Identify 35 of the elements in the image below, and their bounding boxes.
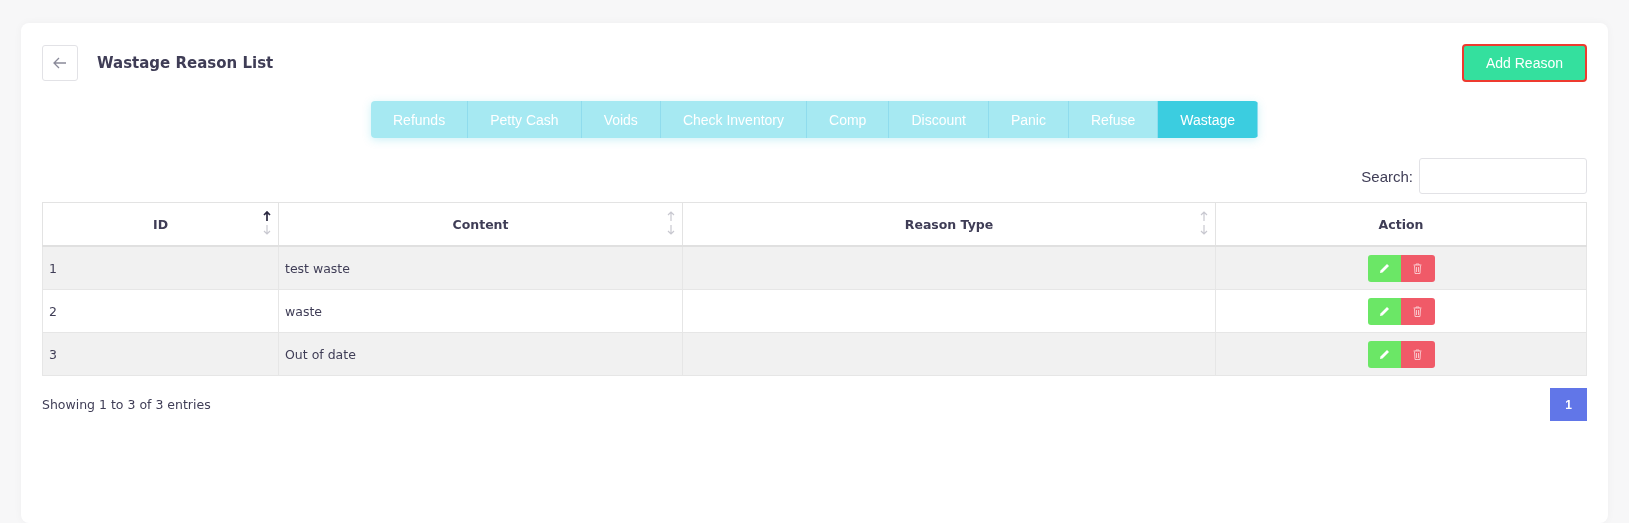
- reason-tab[interactable]: Panic: [988, 101, 1069, 138]
- trash-icon: [1413, 348, 1422, 360]
- table-cell: Out of date: [278, 332, 683, 376]
- reason-tab[interactable]: Check Inventory: [660, 101, 808, 138]
- search-label: Search:: [1361, 167, 1413, 185]
- table-cell: 1: [42, 246, 279, 290]
- pencil-icon: [1378, 262, 1390, 274]
- reason-tab[interactable]: Voids: [581, 101, 661, 138]
- table-cell: test waste: [278, 246, 683, 290]
- table-cell: waste: [278, 289, 683, 333]
- edit-button[interactable]: [1367, 297, 1401, 325]
- edit-button[interactable]: [1367, 254, 1401, 282]
- table-cell: 2: [42, 289, 279, 333]
- back-arrow-icon: [53, 56, 67, 69]
- pencil-icon: [1378, 348, 1390, 360]
- trash-icon: [1413, 305, 1422, 317]
- delete-button[interactable]: [1400, 254, 1435, 282]
- edit-button[interactable]: [1367, 340, 1401, 368]
- reason-tab[interactable]: Petty Cash: [468, 101, 582, 138]
- reason-tab[interactable]: Refuse: [1068, 101, 1159, 138]
- search-field[interactable]: [1419, 158, 1587, 194]
- delete-button[interactable]: [1400, 297, 1435, 325]
- reason-tab[interactable]: Comp: [807, 101, 890, 138]
- table-cell: 3: [42, 332, 279, 376]
- entries-info: Showing 1 to 3 of 3 entries: [42, 397, 211, 412]
- page-button[interactable]: 1: [1550, 388, 1587, 421]
- delete-button[interactable]: [1400, 340, 1435, 368]
- page-title: Wastage Reason List: [97, 53, 275, 72]
- trash-icon: [1413, 262, 1422, 274]
- back-button[interactable]: [42, 44, 78, 81]
- pencil-icon: [1378, 305, 1390, 317]
- reason-tab[interactable]: Discount: [889, 101, 989, 138]
- reason-tab[interactable]: Wastage: [1158, 101, 1258, 138]
- add-reason-button[interactable]: Add Reason: [1461, 43, 1587, 82]
- reason-tab[interactable]: Refunds: [371, 101, 469, 138]
